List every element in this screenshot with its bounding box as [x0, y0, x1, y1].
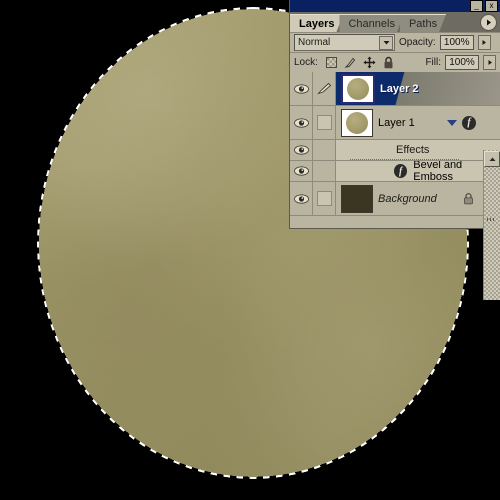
brush-icon[interactable]	[313, 72, 336, 105]
visibility-toggle-background[interactable]	[290, 182, 313, 215]
bevel-and-emboss-entry[interactable]: f Bevel and Emboss	[336, 161, 500, 181]
opacity-spinner-arrow-icon[interactable]	[477, 35, 491, 50]
layer-thumbnail-layer-2[interactable]	[341, 73, 375, 104]
tab-layers[interactable]: Layers	[290, 14, 343, 32]
chevron-down-icon[interactable]	[379, 35, 393, 50]
tab-channels[interactable]: Channels	[339, 14, 403, 32]
bevel-link-spacer	[313, 161, 336, 181]
lock-label: Lock:	[294, 57, 318, 68]
lock-icon	[463, 192, 474, 205]
effects-divider	[350, 159, 460, 160]
visibility-toggle-layer-1[interactable]	[290, 106, 313, 139]
layer-thumbnail-layer-1[interactable]	[341, 108, 373, 137]
empty-link-box-icon[interactable]	[313, 106, 336, 139]
lock-options	[325, 56, 395, 69]
effect-row-bevel-and-emboss[interactable]: f Bevel and Emboss	[290, 161, 500, 182]
opacity-label: Opacity:	[399, 37, 436, 48]
layer-name-background[interactable]: Background	[378, 193, 500, 205]
layer-thumbnail-background[interactable]	[341, 184, 373, 213]
layer-style-fx-icon[interactable]: f	[462, 115, 476, 130]
opacity-input[interactable]: 100%	[439, 35, 474, 50]
fill-input[interactable]: 100%	[445, 55, 479, 70]
palette-menu-arrow-icon[interactable]	[480, 14, 497, 31]
layer-1-right-icons: f	[447, 115, 500, 130]
layer-name-layer-1[interactable]: Layer 1	[378, 117, 447, 129]
fill-spinner-arrow-icon[interactable]	[483, 55, 496, 70]
fill-label: Fill:	[425, 57, 441, 68]
empty-link-box-icon[interactable]	[313, 182, 336, 215]
layer-style-fx-icon: f	[394, 164, 408, 178]
close-button[interactable]: x	[485, 0, 498, 12]
blend-mode-value: Normal	[298, 37, 331, 48]
scrollbar-grip	[487, 218, 496, 221]
lock-position-icon[interactable]	[363, 56, 376, 69]
blend-mode-row: Normal Opacity: 100%	[290, 33, 500, 52]
document-canvas: _ x Layers Channels Paths Normal Opacity…	[0, 0, 500, 500]
palette-tabs: Layers Channels Paths	[290, 12, 500, 33]
visibility-toggle-effects[interactable]	[290, 140, 313, 160]
layer-list: Layer 2 Layer 1 f Effects f Bevel and Em…	[290, 72, 500, 300]
effects-label: Effects	[396, 144, 430, 156]
layer-row-background[interactable]: Background	[290, 182, 500, 216]
visibility-toggle-layer-2[interactable]	[290, 72, 313, 105]
scroll-up-icon[interactable]	[484, 151, 500, 167]
blend-mode-select[interactable]: Normal	[294, 34, 395, 51]
expand-triangle-icon[interactable]	[447, 119, 457, 126]
tab-paths[interactable]: Paths	[400, 14, 446, 32]
lock-all-icon[interactable]	[382, 56, 395, 69]
palette-titlebar[interactable]: _ x	[290, 0, 500, 12]
layer-row-layer-1[interactable]: Layer 1 f	[290, 106, 500, 140]
effects-header-row[interactable]: Effects	[290, 140, 500, 161]
lock-transparent-pixels-icon[interactable]	[325, 56, 338, 69]
lock-row: Lock: Fill: 100%	[290, 52, 500, 72]
effects-link-spacer	[313, 140, 336, 160]
layer-row-layer-2[interactable]: Layer 2	[290, 72, 500, 106]
visibility-toggle-bevel-and-emboss[interactable]	[290, 161, 313, 181]
layers-scrollbar[interactable]	[483, 150, 500, 300]
layer-name-layer-2[interactable]: Layer 2	[380, 83, 500, 95]
minimize-button[interactable]: _	[470, 0, 483, 12]
lock-image-pixels-icon[interactable]	[344, 56, 357, 69]
layers-palette: _ x Layers Channels Paths Normal Opacity…	[290, 0, 500, 300]
